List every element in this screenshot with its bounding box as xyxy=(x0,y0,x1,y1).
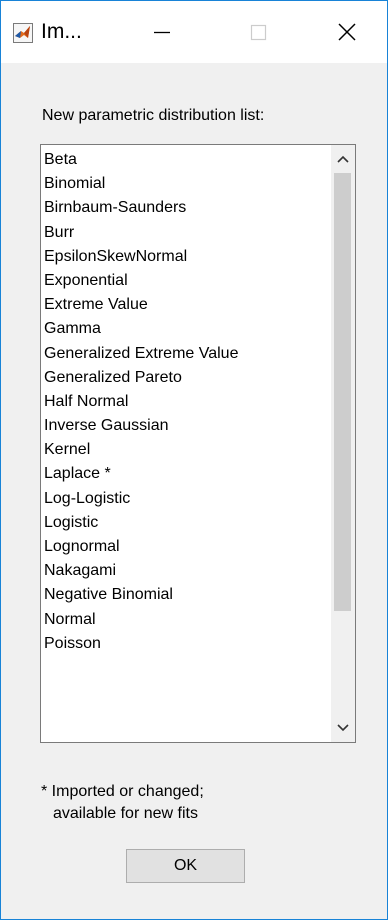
list-item[interactable]: Negative Binomial xyxy=(41,583,331,607)
distribution-list: Beta Binomial Birnbaum-Saunders Burr Eps… xyxy=(41,148,331,656)
list-item[interactable]: Gamma xyxy=(41,317,331,341)
ok-button[interactable]: OK xyxy=(126,849,245,883)
list-item[interactable]: Birnbaum-Saunders xyxy=(41,196,331,220)
list-item[interactable]: Normal xyxy=(41,608,331,632)
list-item[interactable]: Beta xyxy=(41,148,331,172)
list-item[interactable]: Binomial xyxy=(41,172,331,196)
minimize-icon xyxy=(154,31,170,34)
window-title: Im... xyxy=(41,20,82,43)
list-item[interactable]: Extreme Value xyxy=(41,293,331,317)
close-icon xyxy=(338,23,356,41)
chevron-down-icon xyxy=(337,724,349,732)
footnote-line-2: available for new fits xyxy=(53,805,198,822)
list-item[interactable]: Generalized Pareto xyxy=(41,366,331,390)
distribution-listbox[interactable]: Beta Binomial Birnbaum-Saunders Burr Eps… xyxy=(40,144,356,743)
list-item[interactable]: Logistic xyxy=(41,511,331,535)
scroll-thumb[interactable] xyxy=(334,173,351,611)
list-item[interactable]: Burr xyxy=(41,221,331,245)
list-item[interactable]: Lognormal xyxy=(41,535,331,559)
list-item[interactable]: Half Normal xyxy=(41,390,331,414)
maximize-icon xyxy=(250,24,267,41)
close-button[interactable] xyxy=(319,1,375,63)
list-item[interactable]: Generalized Extreme Value xyxy=(41,342,331,366)
list-item[interactable]: Inverse Gaussian xyxy=(41,414,331,438)
vertical-scrollbar[interactable] xyxy=(331,145,355,742)
matlab-icon xyxy=(13,23,33,43)
dialog-window: Im... New parametric distribution list: … xyxy=(0,0,388,920)
list-item[interactable]: Nakagami xyxy=(41,559,331,583)
scroll-up-button[interactable] xyxy=(331,148,355,170)
list-item[interactable]: Kernel xyxy=(41,438,331,462)
list-heading: New parametric distribution list: xyxy=(42,107,265,124)
minimize-button[interactable] xyxy=(134,1,190,63)
title-bar[interactable]: Im... xyxy=(1,1,387,63)
list-item[interactable]: Laplace * xyxy=(41,462,331,486)
scroll-down-button[interactable] xyxy=(331,717,355,739)
maximize-button[interactable] xyxy=(230,1,286,63)
list-item[interactable]: EpsilonSkewNormal xyxy=(41,245,331,269)
list-item[interactable]: Log-Logistic xyxy=(41,487,331,511)
footnote-line-1: * Imported or changed; xyxy=(41,783,204,800)
footnote: * Imported or changed; available for new… xyxy=(41,781,301,825)
list-item[interactable]: Exponential xyxy=(41,269,331,293)
chevron-up-icon xyxy=(337,155,349,163)
list-item[interactable]: Poisson xyxy=(41,632,331,656)
